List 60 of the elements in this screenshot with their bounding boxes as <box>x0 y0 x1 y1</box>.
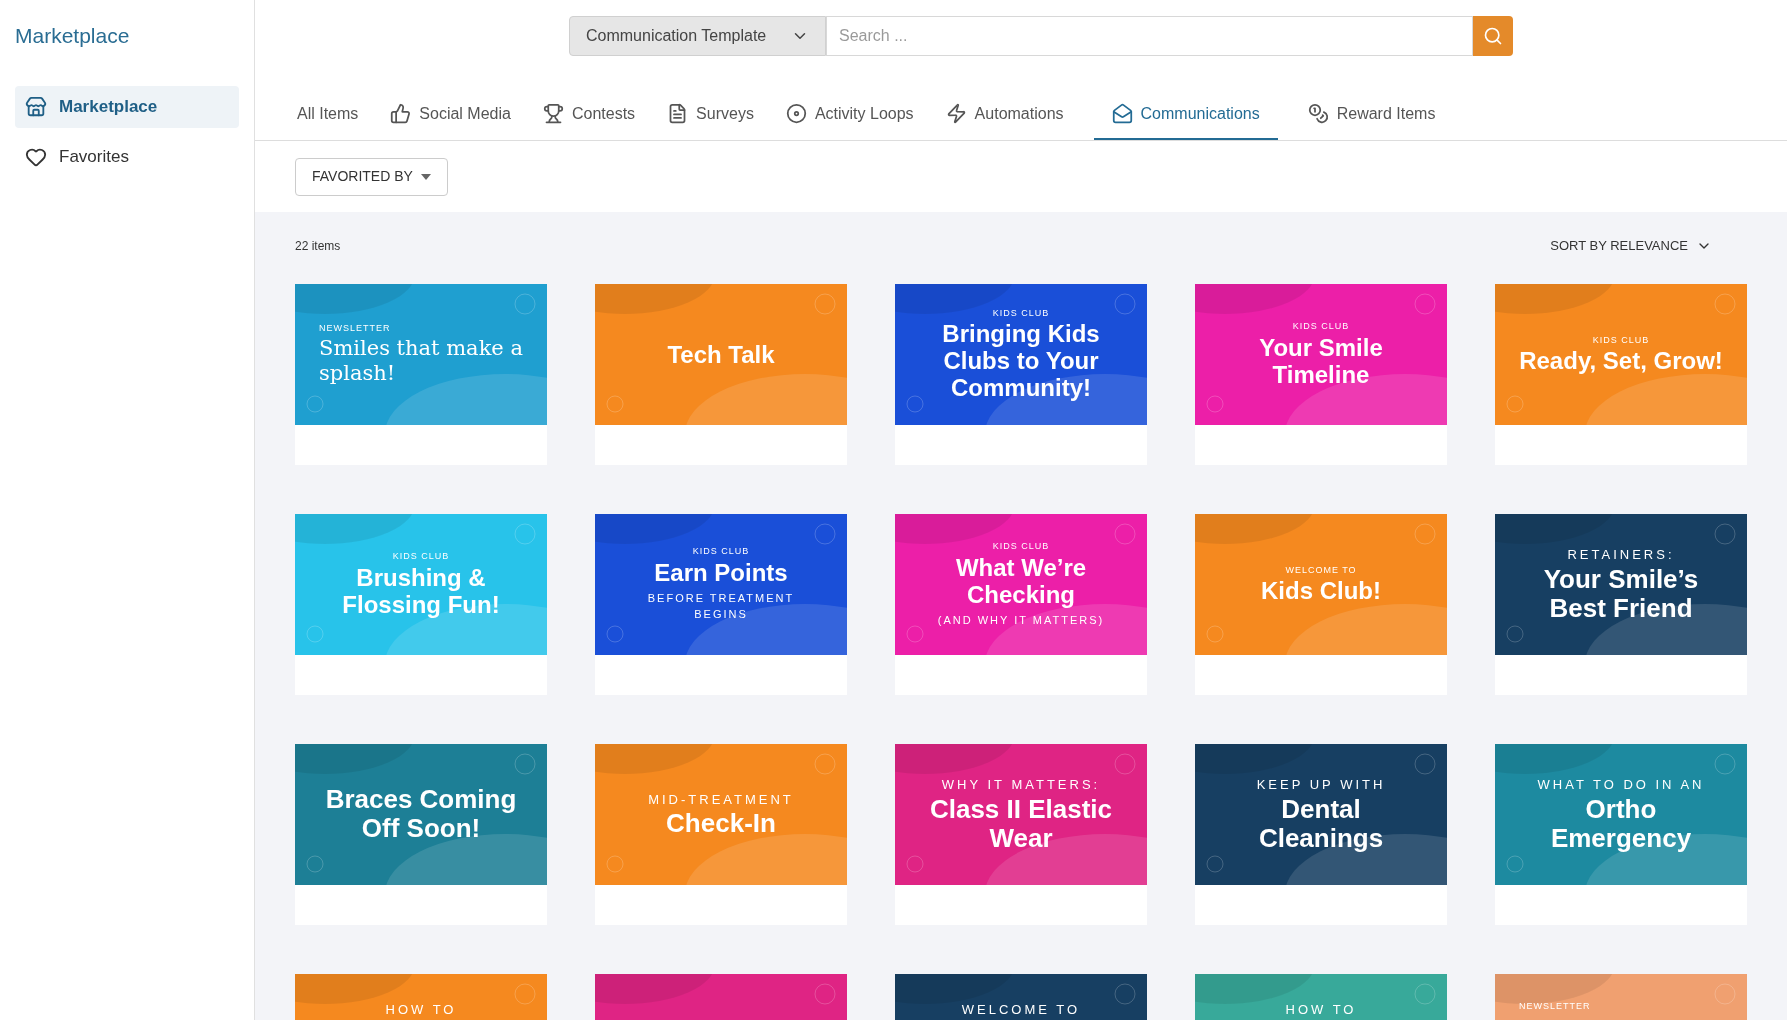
store-icon <box>25 95 47 118</box>
target-icon <box>785 103 807 124</box>
card-kicker: RETAINERS: <box>1567 546 1675 565</box>
card-subtitle: BEFORE TREATMENT BEGINS <box>646 590 796 623</box>
category-tab[interactable]: Activity Loops <box>783 89 916 140</box>
category-dropdown[interactable]: Communication Template <box>569 16 826 56</box>
app-title: Marketplace <box>15 23 131 49</box>
card-title: Bringing Kids Clubs to Your Community! <box>941 320 1101 402</box>
category-tab[interactable]: Social Media <box>388 89 513 140</box>
card-kicker: MID-TREATMENT <box>648 790 794 809</box>
coins-icon <box>1307 103 1329 124</box>
card-title: Your Smile’s Best Friend <box>1542 564 1700 623</box>
card-title: Your Smile Timeline <box>1258 333 1384 388</box>
sidebar-item[interactable]: Marketplace <box>15 85 239 128</box>
sidebar-item[interactable]: Favorites <box>15 135 239 178</box>
card-kicker: KIDS CLUB <box>1592 333 1650 347</box>
category-tab[interactable]: All Items <box>295 89 361 140</box>
search-field[interactable]: Search ... <box>826 16 1473 56</box>
category-tab[interactable]: Contests <box>540 89 638 140</box>
card-title: What We’re Checking <box>954 553 1088 608</box>
card-kicker: HOW TO <box>1285 1000 1357 1019</box>
card-kicker: KIDS CLUB <box>992 306 1050 320</box>
card-kicker: WHAT TO DO IN AN <box>1537 776 1705 795</box>
card-kicker: NEWSLETTER <box>1519 999 1591 1013</box>
favorited-by-dropdown[interactable]: FAVORITED BY <box>295 157 448 196</box>
card-title: Class II Elastic Wear <box>928 794 1114 853</box>
card-kicker: KIDS CLUB <box>1292 320 1350 334</box>
search-button[interactable] <box>1473 16 1513 56</box>
item-count: 22 items <box>295 237 341 255</box>
card-subtitle: (AND WHY IT MATTERS) <box>937 612 1105 628</box>
sort-dropdown[interactable]: SORT BY RELEVANCE <box>1550 236 1712 256</box>
category-tab[interactable]: Automations <box>943 89 1066 140</box>
card-kicker: KEEP UP WITH <box>1256 776 1386 795</box>
card-kicker: NEWSLETTER <box>319 322 391 336</box>
card-kicker: WELCOME TO <box>961 1000 1081 1019</box>
card-kicker: KIDS CLUB <box>692 545 750 559</box>
card-title: Braces Coming Off Soon! <box>324 785 518 843</box>
category-tab[interactable]: Surveys <box>665 89 756 140</box>
category-tab[interactable]: Reward Items <box>1305 89 1438 140</box>
search-icon <box>1483 26 1503 46</box>
card-title: Check-In <box>666 809 776 839</box>
thumbs-up-icon <box>390 103 412 124</box>
card-title: Ortho Emergency <box>1549 794 1693 853</box>
card-title: Earn Points <box>654 558 788 586</box>
card-title: Smiles that make a splash! <box>319 335 523 386</box>
trophy-icon <box>542 103 564 124</box>
card-title: Brushing & Flossing Fun! <box>341 563 501 618</box>
card-kicker: HOW TO <box>385 1000 457 1019</box>
card-kicker: KIDS CLUB <box>992 540 1050 553</box>
envelope-icon <box>1111 103 1133 124</box>
card-title: Dental Cleanings <box>1257 794 1385 853</box>
card-title: Kids Club! <box>1261 577 1381 605</box>
lightning-icon <box>945 103 967 124</box>
card-kicker: WHY IT MATTERS: <box>941 776 1101 795</box>
card-title: Ready, Set, Grow! <box>1519 347 1723 375</box>
card-title: Tech Talk <box>667 340 775 368</box>
caret-down-icon <box>420 173 431 180</box>
card-kicker: WELCOME TO <box>1285 563 1357 577</box>
card-kicker: KIDS CLUB <box>392 550 450 564</box>
category-tab[interactable]: Communications <box>1093 89 1278 140</box>
